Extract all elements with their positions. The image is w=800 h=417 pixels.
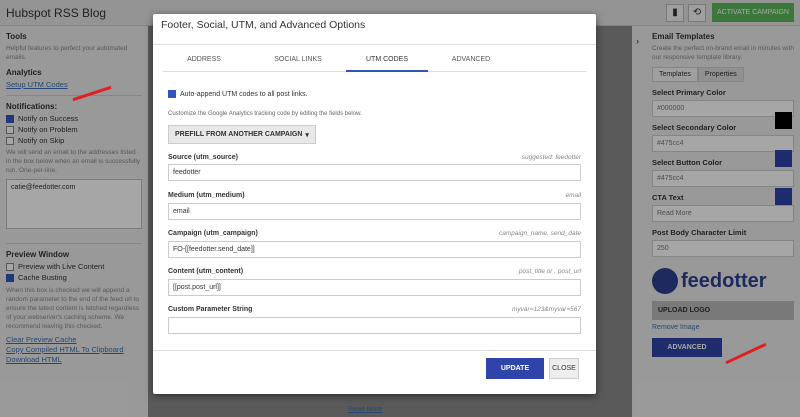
custom-param-input[interactable] bbox=[168, 317, 581, 334]
modal-title: Footer, Social, UTM, and Advanced Option… bbox=[161, 19, 366, 31]
custom-param-label: Custom Parameter String bbox=[168, 306, 253, 313]
auto-append-label: Auto-append UTM codes to all post links. bbox=[180, 90, 308, 98]
utm-medium-input[interactable]: email bbox=[168, 203, 581, 220]
custom-param-hint: myvar=123&myvar=567 bbox=[511, 306, 581, 313]
utm-campaign-value: FO-[[feedotter.send_date]] bbox=[173, 246, 255, 253]
auto-append-checkbox[interactable]: Auto-append UTM codes to all post links. bbox=[168, 90, 308, 98]
utm-options-modal: Footer, Social, UTM, and Advanced Option… bbox=[153, 14, 596, 394]
utm-source-input[interactable]: feedotter bbox=[168, 164, 581, 181]
campaign-hint: campaign_name, send_date bbox=[498, 230, 581, 237]
divider bbox=[153, 44, 596, 45]
close-button[interactable]: CLOSE bbox=[549, 358, 579, 379]
prefill-label: PREFILL FROM ANOTHER CAMPAIGN bbox=[175, 131, 303, 138]
utm-medium-value: email bbox=[173, 208, 190, 215]
utm-content-value: [[post.post_url]] bbox=[173, 284, 221, 291]
app-root: Hubspot RSS Blog ▮ ⟲ ACTIVATE CAMPAIGN T… bbox=[0, 0, 800, 417]
checkbox-checked-icon bbox=[168, 90, 176, 98]
customize-desc: Customize the Google Analytics tracking … bbox=[168, 111, 362, 117]
campaign-label: Campaign (utm_campaign) bbox=[168, 230, 258, 237]
modal-tabs: ADDRESS SOCIAL LINKS UTM CODES ADVANCED bbox=[163, 54, 586, 72]
prefill-campaign-dropdown[interactable]: PREFILL FROM ANOTHER CAMPAIGN ▾ bbox=[168, 125, 316, 144]
tab-advanced[interactable]: ADVANCED bbox=[431, 54, 511, 72]
medium-hint: email bbox=[565, 192, 581, 199]
tab-social-links[interactable]: SOCIAL LINKS bbox=[258, 54, 338, 72]
utm-source-value: feedotter bbox=[173, 169, 201, 176]
source-hint: suggested: feedotter bbox=[521, 154, 581, 161]
divider bbox=[153, 350, 596, 351]
source-label: Source (utm_source) bbox=[168, 154, 239, 161]
caret-down-icon: ▾ bbox=[305, 131, 309, 139]
update-button[interactable]: UPDATE bbox=[486, 358, 544, 379]
tab-address[interactable]: ADDRESS bbox=[163, 54, 245, 72]
content-hint: post_title or , post_url bbox=[518, 268, 581, 275]
utm-content-input[interactable]: [[post.post_url]] bbox=[168, 279, 581, 296]
tab-utm-codes[interactable]: UTM CODES bbox=[346, 54, 428, 72]
utm-campaign-input[interactable]: FO-[[feedotter.send_date]] bbox=[168, 241, 581, 258]
medium-label: Medium (utm_medium) bbox=[168, 192, 245, 199]
content-label: Content (utm_content) bbox=[168, 268, 244, 275]
